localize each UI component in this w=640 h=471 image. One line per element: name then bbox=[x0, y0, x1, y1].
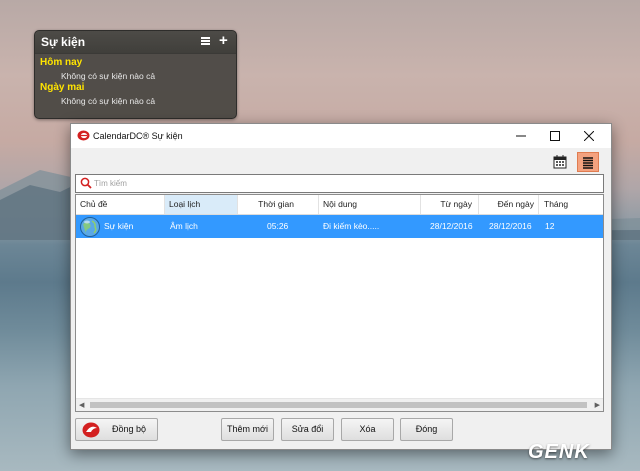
cell-to-date: 28/12/2016 bbox=[489, 221, 532, 231]
calendar-icon bbox=[553, 155, 567, 169]
scrollbar-thumb[interactable] bbox=[90, 402, 587, 408]
cell-from-date: 28/12/2016 bbox=[430, 221, 473, 231]
minimize-button[interactable] bbox=[504, 124, 538, 148]
scroll-right-arrow-icon[interactable]: ▶ bbox=[595, 401, 600, 409]
edit-button[interactable]: Sửa đổi bbox=[281, 418, 334, 441]
events-widget: Sự kiện + Hôm nay Không có sự kiện nào c… bbox=[34, 30, 237, 119]
table-header: Chủ đề Loại lịch Thời gian Nội dung Từ n… bbox=[76, 195, 603, 215]
search-box[interactable] bbox=[75, 174, 604, 193]
list-view-button[interactable] bbox=[577, 152, 599, 172]
close-window-button[interactable] bbox=[572, 124, 606, 148]
column-header-calendar-type[interactable]: Loại lịch bbox=[165, 195, 238, 214]
cell-calendar-type: Âm lịch bbox=[170, 221, 198, 231]
cell-subject: Sự kiện bbox=[104, 221, 134, 231]
table-row[interactable]: Sự kiện Âm lịch 05:26 Đi kiếm kèo..... 2… bbox=[76, 215, 603, 238]
column-header-content[interactable]: Nội dung bbox=[319, 195, 421, 214]
list-icon bbox=[583, 157, 593, 169]
calendardc-logo-icon bbox=[77, 130, 90, 141]
column-header-month[interactable]: Tháng bbox=[539, 195, 603, 214]
maximize-icon bbox=[550, 131, 560, 141]
column-header-to-date[interactable]: Đến ngày bbox=[479, 195, 539, 214]
sync-button[interactable]: Đồng bộ bbox=[75, 418, 158, 441]
cell-time: 05:26 bbox=[267, 221, 289, 231]
events-window: CalendarDC® Sự kiện Tìm kiếm Chủ đề Loại… bbox=[70, 123, 612, 450]
window-title: CalendarDC® Sự kiện bbox=[93, 131, 183, 141]
menu-icon[interactable] bbox=[201, 37, 210, 46]
column-header-time[interactable]: Thời gian bbox=[238, 195, 319, 214]
horizontal-scrollbar[interactable]: ◀ ▶ bbox=[76, 398, 603, 411]
events-table: Chủ đề Loại lịch Thời gian Nội dung Từ n… bbox=[75, 194, 604, 412]
tomorrow-note: Không có sự kiện nào cả bbox=[61, 96, 156, 106]
add-button[interactable]: Thêm mới bbox=[221, 418, 274, 441]
today-heading: Hôm nay bbox=[40, 57, 83, 68]
close-button[interactable]: Đóng bbox=[400, 418, 453, 441]
column-header-from-date[interactable]: Từ ngày bbox=[421, 195, 479, 214]
delete-button[interactable]: Xóa bbox=[341, 418, 394, 441]
search-icon bbox=[80, 177, 92, 189]
column-header-subject[interactable]: Chủ đề bbox=[76, 195, 165, 214]
add-icon[interactable]: + bbox=[219, 32, 228, 49]
scroll-left-arrow-icon[interactable]: ◀ bbox=[79, 401, 84, 409]
search-input[interactable] bbox=[94, 177, 594, 189]
today-note: Không có sự kiện nào cả bbox=[61, 71, 156, 81]
sync-logo-icon bbox=[82, 422, 100, 438]
close-icon bbox=[584, 131, 594, 141]
minimize-icon bbox=[516, 135, 526, 137]
calendar-view-button[interactable] bbox=[549, 152, 571, 172]
sync-button-label: Đồng bộ bbox=[112, 424, 147, 434]
cell-content: Đi kiếm kèo..... bbox=[323, 221, 380, 231]
event-globe-icon bbox=[80, 217, 100, 237]
tomorrow-heading: Ngày mai bbox=[40, 82, 85, 93]
maximize-button[interactable] bbox=[538, 124, 572, 148]
cell-month: 12 bbox=[545, 221, 555, 231]
widget-header: Sự kiện + bbox=[35, 31, 236, 54]
title-bar[interactable]: CalendarDC® Sự kiện bbox=[71, 124, 611, 148]
widget-title: Sự kiện bbox=[41, 35, 86, 49]
genk-watermark: GENK bbox=[528, 441, 590, 463]
